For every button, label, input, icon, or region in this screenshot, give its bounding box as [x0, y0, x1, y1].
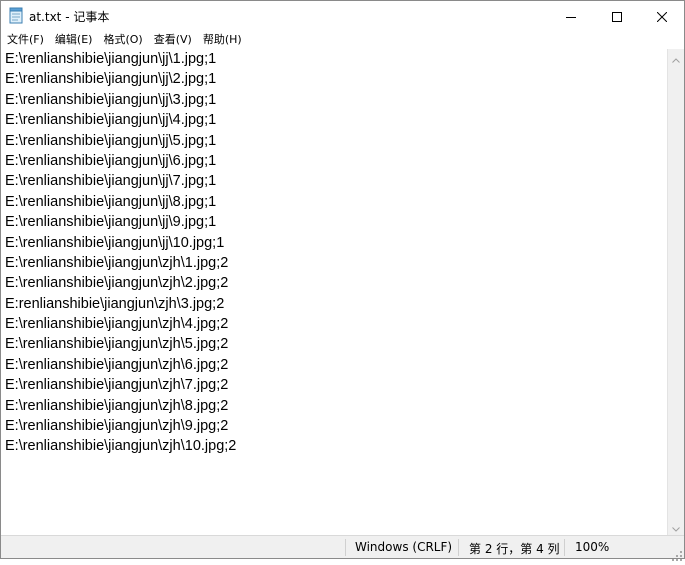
text-line: E:\renlianshibie\jiangjun\zjh\6.jpg;2 [5, 356, 229, 373]
text-line: E:\renlianshibie\jiangjun\jj\2.jpg;1 [5, 71, 217, 88]
text-line: E:renlianshibie\jiangjun\zjh\3.jpg;2 [5, 295, 225, 312]
vertical-scrollbar[interactable] [667, 49, 684, 535]
title-bar[interactable]: at.txt - 记事本 [1, 1, 684, 31]
text-line: E:\renlianshibie\jiangjun\jj\8.jpg;1 [5, 193, 217, 210]
text-line: E:\renlianshibie\jiangjun\zjh\5.jpg;2 [5, 336, 229, 353]
maximize-icon [611, 7, 622, 26]
status-separator [345, 539, 346, 556]
text-line: E:\renlianshibie\jiangjun\jj\4.jpg;1 [5, 112, 217, 129]
text-line: E:\renlianshibie\jiangjun\zjh\2.jpg;2 [5, 275, 229, 292]
menu-edit[interactable]: 编辑(E) [49, 31, 98, 49]
menu-bar: 文件(F) 编辑(E) 格式(O) 查看(V) 帮助(H) [1, 31, 684, 49]
status-separator [458, 539, 459, 556]
text-line: E:\renlianshibie\jiangjun\jj\1.jpg;1 [5, 51, 217, 67]
status-cursor-position: 第 2 行，第 4 列 [469, 542, 560, 556]
status-separator [564, 539, 565, 556]
text-line: E:\renlianshibie\jiangjun\zjh\4.jpg;2 [5, 316, 229, 333]
notepad-window: at.txt - 记事本 文件(F) 编辑(E) 格式(O) 查看(V) 帮助(… [0, 0, 685, 561]
minimize-button[interactable] [548, 1, 593, 31]
menu-view[interactable]: 查看(V) [148, 31, 197, 49]
text-line: E:\renlianshibie\jiangjun\jj\7.jpg;1 [5, 173, 217, 190]
scroll-up-button[interactable] [668, 49, 684, 66]
status-bar: Windows (CRLF) 第 2 行，第 4 列 100% [1, 535, 684, 561]
text-line: E:\renlianshibie\jiangjun\zjh\9.jpg;2 [5, 418, 229, 435]
notepad-icon [9, 7, 23, 24]
text-line: E:\renlianshibie\jiangjun\jj\6.jpg;1 [5, 152, 217, 169]
text-line: E:\renlianshibie\jiangjun\zjh\7.jpg;2 [5, 377, 229, 394]
chevron-down-icon [672, 517, 680, 536]
text-line: E:\renlianshibie\jiangjun\zjh\8.jpg;2 [5, 397, 229, 414]
text-line: E:\renlianshibie\jiangjun\jj\5.jpg;1 [5, 132, 217, 149]
text-line: E:\renlianshibie\jiangjun\zjh\10.jpg;2 [5, 438, 237, 455]
status-encoding: Windows (CRLF) [355, 540, 453, 554]
scroll-down-button[interactable] [668, 518, 684, 535]
menu-format[interactable]: 格式(O) [97, 31, 147, 49]
window-title: at.txt - 记事本 [29, 10, 110, 24]
maximize-button[interactable] [594, 1, 639, 31]
chevron-up-icon [672, 48, 680, 67]
close-icon [656, 7, 667, 26]
status-zoom: 100% [575, 540, 610, 554]
text-line: E:\renlianshibie\jiangjun\jj\3.jpg;1 [5, 91, 217, 108]
text-line: E:\renlianshibie\jiangjun\jj\10.jpg;1 [5, 234, 225, 251]
close-button[interactable] [639, 1, 684, 31]
menu-help[interactable]: 帮助(H) [197, 31, 247, 49]
minimize-icon [565, 7, 576, 26]
resize-grip-icon[interactable] [672, 546, 682, 561]
text-line: E:\renlianshibie\jiangjun\zjh\1.jpg;2 [5, 254, 229, 271]
text-editor[interactable]: E:\renlianshibie\jiangjun\jj\1.jpg;1 E:\… [1, 49, 667, 535]
text-line: E:\renlianshibie\jiangjun\jj\9.jpg;1 [5, 214, 217, 231]
menu-file[interactable]: 文件(F) [1, 31, 49, 49]
